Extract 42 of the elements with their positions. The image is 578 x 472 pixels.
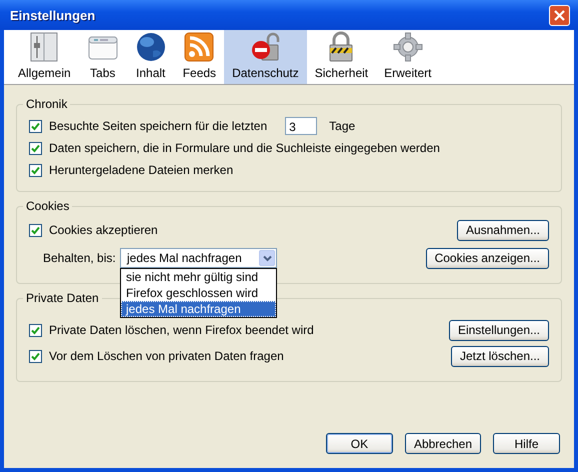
- toolbar-tab[interactable]: Feeds: [174, 30, 224, 84]
- checkbox-label: Cookies akzeptieren: [49, 223, 158, 237]
- checkbox[interactable]: [29, 120, 42, 132]
- toolbar-tab[interactable]: Erweitert: [376, 30, 440, 84]
- dialog-button[interactable]: Hilfe: [493, 433, 560, 454]
- dropdown-option[interactable]: jedes Mal nachfragen: [121, 301, 276, 317]
- checkbox-label: Daten speichern, die in Formulare und die Suchleiste eingegeben werden: [49, 141, 440, 155]
- checkbox-label: Besuchte Seiten speichern für die letzten: [49, 119, 268, 133]
- group-title: Chronik: [25, 97, 68, 111]
- checkbox[interactable]: [29, 224, 42, 236]
- toolbar-tab[interactable]: Datenschutz: [224, 30, 307, 84]
- toolbar-tab[interactable]: Tabs: [78, 30, 127, 84]
- globe-icon: [134, 31, 167, 63]
- group-title: Private Daten: [25, 291, 100, 305]
- checkbox[interactable]: [29, 324, 42, 336]
- checkbox-label: Private Daten löschen, wenn Firefox beendet wird: [49, 323, 314, 337]
- unlocked-padlock-icon: [249, 31, 282, 63]
- section-button[interactable]: Jetzt löschen...: [450, 346, 549, 366]
- checkbox-label: Heruntergeladene Dateien merken: [49, 163, 234, 177]
- gear-icon: [392, 31, 424, 63]
- toolbar-tab[interactable]: Allgemein: [10, 30, 79, 84]
- section-button[interactable]: Ausnahmen...: [456, 220, 549, 240]
- toolbar-tab[interactable]: Sicherheit: [306, 30, 376, 84]
- unit-label: Tage: [329, 119, 356, 133]
- section-button[interactable]: Einstellungen...: [448, 320, 549, 340]
- group-title: Cookies: [25, 199, 70, 213]
- days-field[interactable]: 3: [285, 117, 318, 135]
- dialog-button[interactable]: OK: [326, 433, 393, 454]
- toolbar-tab[interactable]: Inhalt: [126, 30, 175, 84]
- dropdown-option[interactable]: sie nicht mehr gültig sind: [121, 269, 276, 285]
- dropdown-option[interactable]: Firefox geschlossen wird: [121, 285, 276, 301]
- dialog-button[interactable]: Abbrechen: [404, 433, 481, 454]
- close-button[interactable]: [549, 4, 570, 26]
- checkbox-label: Vor dem Löschen von privaten Daten fragen: [49, 349, 284, 363]
- checkbox[interactable]: [29, 350, 42, 362]
- checkbox[interactable]: [29, 164, 42, 176]
- close-icon: [554, 10, 565, 20]
- keep-until-dropdown[interactable]: jedes Mal nachfragen: [120, 248, 277, 268]
- section-button[interactable]: Cookies anzeigen...: [426, 248, 549, 268]
- checkbox[interactable]: [29, 142, 42, 154]
- window-title: Einstellungen: [10, 8, 96, 22]
- dropdown-label: Behalten, bis:: [43, 251, 117, 265]
